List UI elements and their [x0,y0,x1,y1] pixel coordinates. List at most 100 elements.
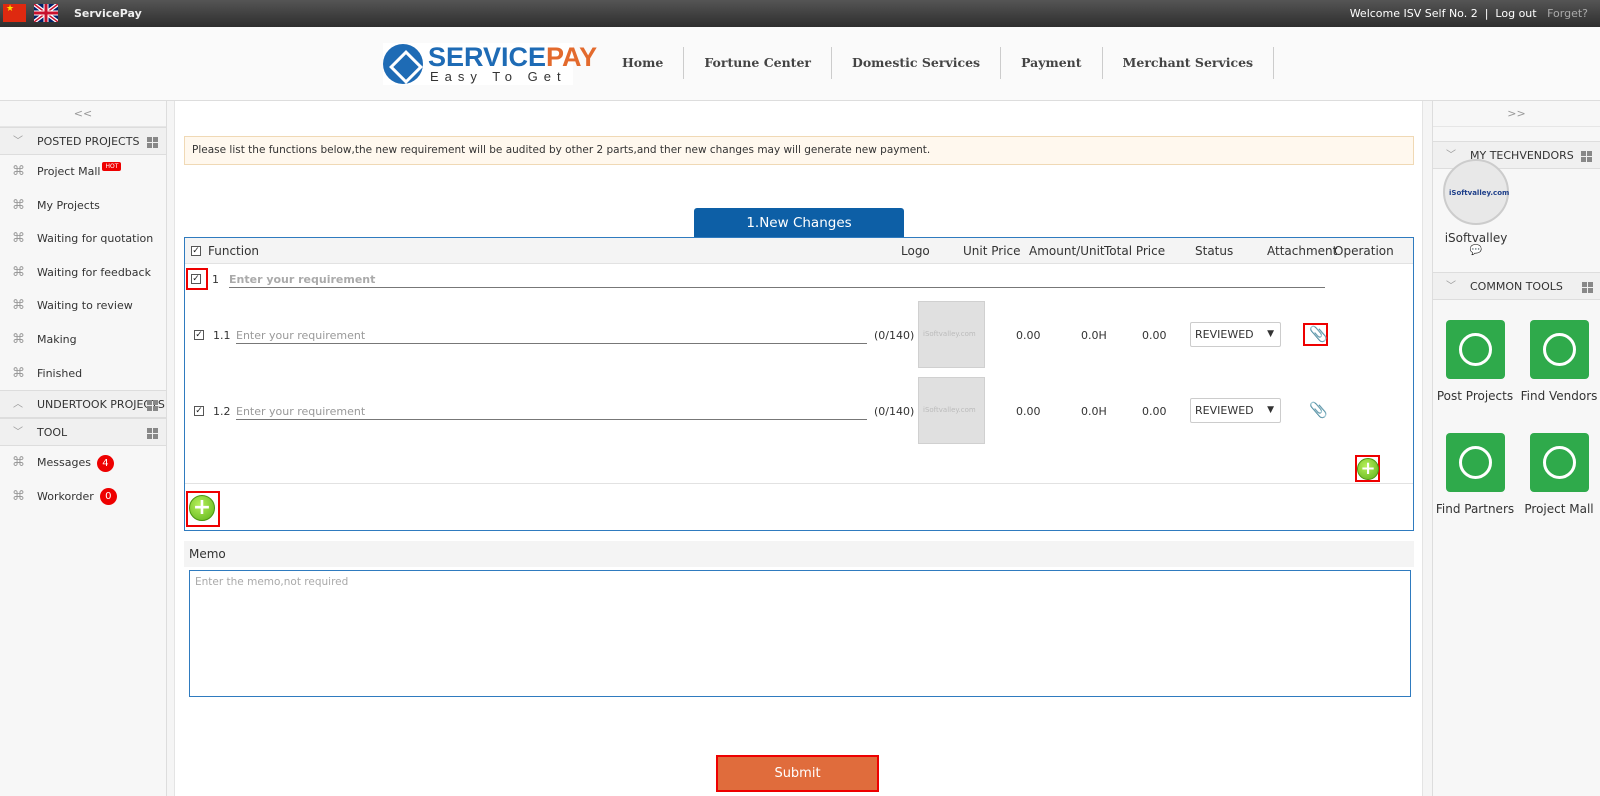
tab-new-changes[interactable]: 1.New Changes [694,208,904,238]
main-nav: Home Fortune Center Domestic Services Pa… [602,47,1275,79]
add-function-plus-icon[interactable]: + [189,495,215,521]
vendor-name[interactable]: iSoftvalley [1441,231,1511,245]
total-price: 0.00 [1142,329,1167,342]
table-header: ✓ Function Logo Unit Price Amount/Unit T… [185,238,1413,264]
china-flag-icon[interactable]: ★ [3,4,26,22]
sidebar-item-my-projects[interactable]: ⌘ My Projects [0,189,166,223]
logo-thumbnail[interactable]: iSoftvalley.com [918,301,985,368]
nav-home[interactable]: Home [602,47,685,79]
separator: | [1484,7,1489,20]
col-function: Function [208,244,260,258]
paperclip-icon[interactable]: 📎 [1309,325,1328,343]
divider [185,483,1413,484]
memo-textarea[interactable] [189,570,1411,697]
forget-link[interactable]: Forget? [1547,7,1588,20]
sidebar-item-waiting-feedback[interactable]: ⌘ Waiting for feedback [0,256,166,290]
nav-domestic-services[interactable]: Domestic Services [832,47,1002,79]
memo-title: Memo [184,541,1414,567]
sidebar-item-messages[interactable]: ⌘ Messages 4 [0,446,166,480]
undertook-projects-header[interactable]: ︿ UNDERTOOK PROJECTS [0,390,166,419]
nav-payment[interactable]: Payment [1001,47,1103,79]
chevron-up-icon: ︿ [13,399,23,411]
grid-icon[interactable] [1582,282,1593,293]
sidebar-item-waiting-quotation[interactable]: ⌘ Waiting for quotation [0,222,166,256]
chevron-down-icon: ﹀ [1446,281,1456,292]
notice-banner: Please list the functions below,the new … [184,136,1414,165]
paperclip-icon[interactable]: 📎 [1309,401,1328,419]
logo-text: SERVICEPAY [428,42,598,72]
col-unit-price: Unit Price [963,244,1021,258]
collapse-right-button[interactable]: >> [1433,101,1600,127]
total-price: 0.00 [1142,405,1167,418]
sidebar-item-waiting-review[interactable]: ⌘ Waiting to review [0,289,166,323]
workorder-count-badge: 0 [99,488,117,506]
post-projects-icon[interactable] [1445,320,1505,379]
collapse-left-button[interactable]: << [0,101,166,127]
find-vendors-icon[interactable] [1529,320,1589,379]
nav-merchant-services[interactable]: Merchant Services [1103,47,1275,79]
logo-tagline: Easy To Get [430,69,567,84]
find-partners-icon[interactable] [1445,433,1505,492]
menu-bullet-icon: ⌘ [12,264,25,280]
tool-header[interactable]: ﹀ TOOL [0,418,166,447]
logout-link[interactable]: Log out [1495,7,1536,20]
menu-bullet-icon: ⌘ [12,197,25,213]
tool-find-partners[interactable]: Find Partners [1433,433,1517,516]
sidebar-item-project-mall[interactable]: ⌘ Project Mall HOT [0,155,166,189]
status-select[interactable]: REVIEWED ▼ [1190,322,1281,347]
tool-find-vendors[interactable]: Find Vendors [1517,320,1600,403]
project-mall-icon[interactable] [1529,433,1589,492]
amount-unit: 0.0H [1081,329,1107,342]
menu-bullet-icon: ⌘ [12,455,25,471]
menu-bullet-icon: ⌘ [12,488,25,504]
chevron-down-icon: ﹀ [13,427,23,439]
group-requirement-input[interactable] [229,271,1325,288]
tool-post-projects[interactable]: Post Projects [1433,320,1517,403]
hot-badge: HOT [102,162,122,171]
common-tools-header[interactable]: ﹀ COMMON TOOLS [1433,272,1600,300]
right-sidebar: >> ﹀ MY TECHVENDORS iSoftvalley.com iSof… [1432,101,1600,796]
posted-projects-header[interactable]: ﹀ POSTED PROJECTS [0,127,166,155]
function-table: ✓ Function Logo Unit Price Amount/Unit T… [184,237,1414,531]
row-requirement-input[interactable] [236,327,867,344]
vendor-card[interactable]: iSoftvalley.com iSoftvalley 💬 [1441,159,1511,256]
chevron-down-icon: ﹀ [13,136,23,147]
status-select[interactable]: REVIEWED ▼ [1190,398,1281,423]
char-count: (0/140) [874,329,915,342]
welcome-text: Welcome ISV Self No. 2 [1349,7,1478,20]
group-checkbox[interactable]: ✓ [191,274,201,284]
chat-icon[interactable]: 💬 [1441,245,1511,256]
logo-thumbnail[interactable]: iSoftvalley.com [918,377,985,444]
site-header: SERVICEPAY Easy To Get Home Fortune Cent… [0,27,1600,101]
brand-name: ServicePay [74,7,142,20]
menu-bullet-icon: ⌘ [12,298,25,314]
row-checkbox[interactable]: ✓ [194,330,204,340]
sidebar-item-making[interactable]: ⌘ Making [0,323,166,357]
submit-button[interactable]: Submit [716,755,879,792]
sidebar-item-workorder[interactable]: ⌘ Workorder 0 [0,480,166,514]
sidebar-item-finished[interactable]: ⌘ Finished [0,357,166,391]
row-requirement-input[interactable] [236,403,867,420]
grid-icon[interactable] [147,428,158,440]
select-all-checkbox[interactable]: ✓ [191,246,201,256]
uk-flag-icon[interactable] [34,4,58,22]
col-status: Status [1195,244,1234,258]
group-number: 1 [212,273,219,286]
col-operation: Operation [1334,244,1394,258]
left-sidebar: << ﹀ POSTED PROJECTS ⌘ Project Mall HOT ⌘ M… [0,101,167,796]
vendor-avatar[interactable]: iSoftvalley.com [1443,159,1509,225]
row-number: 1.1 [213,329,231,342]
servicepay-logo-icon [383,44,423,84]
unit-price: 0.00 [1016,329,1041,342]
col-amount-unit: Amount/Unit [1029,244,1105,258]
add-subitem-plus-icon[interactable]: + [1357,458,1379,480]
grid-icon[interactable] [147,137,158,148]
row-checkbox[interactable]: ✓ [194,406,204,416]
menu-bullet-icon: ⌘ [12,365,25,381]
tool-project-mall[interactable]: Project Mall [1517,433,1600,516]
nav-fortune-center[interactable]: Fortune Center [684,47,832,79]
grid-icon[interactable] [1581,151,1592,162]
grid-icon[interactable] [147,400,158,412]
servicepay-logo[interactable]: SERVICEPAY Easy To Get [383,43,597,85]
menu-bullet-icon: ⌘ [12,231,25,247]
